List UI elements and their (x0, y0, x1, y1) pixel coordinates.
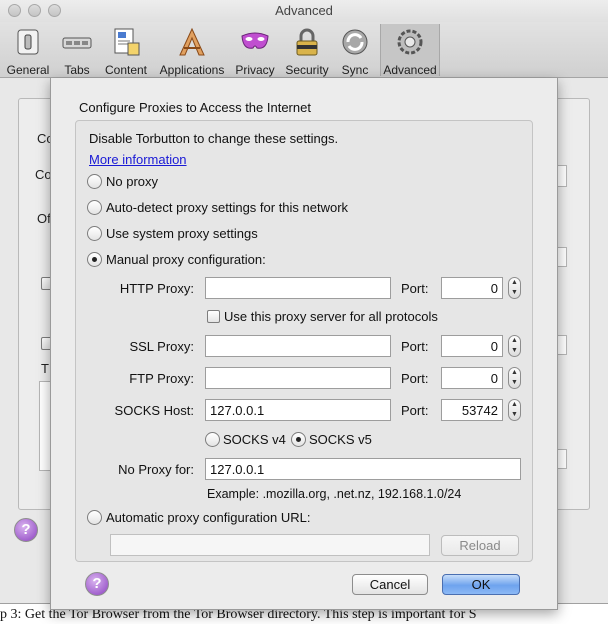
cancel-button[interactable]: Cancel (352, 574, 428, 595)
pane-button-edge[interactable] (557, 247, 567, 267)
toolbar-security[interactable]: Security (282, 24, 332, 77)
no-proxy-for-input[interactable] (205, 458, 521, 480)
help-icon: ? (21, 521, 31, 538)
stepper-down-icon[interactable]: ▼ (509, 410, 520, 420)
toolbar-content-label: Content (104, 63, 148, 77)
socks-port-input[interactable] (441, 399, 503, 421)
socks-port-label: Port: (401, 403, 429, 418)
http-proxy-label: HTTP Proxy: (119, 281, 194, 296)
toolbar-advanced-label: Advanced (383, 63, 437, 77)
toolbar-security-label: Security (285, 63, 329, 77)
ssl-port-stepper[interactable]: ▲ ▼ (508, 335, 521, 357)
applications-icon (179, 27, 205, 56)
socks-host-label: SOCKS Host: (114, 403, 194, 418)
socks-v4-radio[interactable] (205, 432, 220, 447)
system-proxy-radio[interactable] (87, 226, 102, 241)
auto-detect-label[interactable]: Auto-detect proxy settings for this netw… (106, 200, 348, 215)
no-proxy-radio[interactable] (87, 174, 102, 189)
privacy-mask-icon (241, 32, 269, 49)
preferences-toolbar: General Tabs Content Applications Privac… (0, 22, 608, 78)
ssl-port-label: Port: (401, 339, 429, 354)
help-icon: ? (92, 575, 102, 592)
zoom-window-button[interactable] (48, 4, 61, 17)
torbutton-notice: Disable Torbutton to change these settin… (89, 131, 339, 146)
stepper-down-icon[interactable]: ▼ (509, 346, 520, 356)
auto-detect-radio[interactable] (87, 200, 102, 215)
stepper-up-icon[interactable]: ▲ (509, 336, 520, 346)
tabs-icon (62, 37, 92, 49)
window-titlebar: Advanced (0, 0, 608, 22)
manual-proxy-radio[interactable] (87, 252, 102, 267)
stepper-up-icon[interactable]: ▲ (509, 278, 520, 288)
http-proxy-input[interactable] (205, 277, 391, 299)
auto-config-url-radio[interactable] (87, 510, 102, 525)
more-information-link[interactable]: More information (89, 152, 187, 167)
pane-help-button[interactable]: ? (14, 518, 38, 542)
minimize-window-button[interactable] (28, 4, 41, 17)
window-title: Advanced (275, 3, 333, 18)
no-proxy-for-label: No Proxy for: (118, 462, 194, 477)
toolbar-tabs-label: Tabs (64, 63, 90, 77)
content-page-icon (114, 28, 140, 56)
stepper-down-icon[interactable]: ▼ (509, 288, 520, 298)
toolbar-privacy[interactable]: Privacy (232, 24, 278, 77)
ssl-proxy-input[interactable] (205, 335, 391, 357)
pane-button-edge[interactable] (557, 335, 567, 355)
reload-button[interactable]: Reload (441, 535, 519, 556)
http-port-label: Port: (401, 281, 429, 296)
toolbar-tabs[interactable]: Tabs (56, 24, 98, 77)
http-port-stepper[interactable]: ▲ ▼ (508, 277, 521, 299)
general-switch-icon (17, 29, 39, 55)
ftp-port-label: Port: (401, 371, 429, 386)
reload-button-label: Reload (459, 538, 501, 553)
pane-button-edge[interactable] (557, 165, 567, 187)
ftp-port-stepper[interactable]: ▲ ▼ (508, 367, 521, 389)
socks-v4-label[interactable]: SOCKS v4 (223, 432, 286, 447)
toolbar-privacy-label: Privacy (235, 63, 275, 77)
toolbar-advanced[interactable]: Advanced (380, 24, 440, 77)
ok-button[interactable]: OK (442, 574, 520, 595)
toolbar-sync-label: Sync (341, 63, 369, 77)
stepper-down-icon[interactable]: ▼ (509, 378, 520, 388)
toolbar-applications-label: Applications (159, 63, 225, 77)
cancel-button-label: Cancel (369, 577, 411, 592)
ftp-proxy-label: FTP Proxy: (129, 371, 194, 386)
toolbar-content[interactable]: Content (100, 24, 152, 77)
connection-settings-dialog: Configure Proxies to Access the Internet… (50, 78, 558, 610)
manual-proxy-label[interactable]: Manual proxy configuration: (106, 252, 266, 267)
http-port-input[interactable] (441, 277, 503, 299)
dialog-title: Configure Proxies to Access the Internet (79, 100, 311, 115)
socks-port-stepper[interactable]: ▲ ▼ (508, 399, 521, 421)
dialog-help-button[interactable]: ? (85, 572, 109, 596)
toolbar-sync[interactable]: Sync (334, 24, 376, 77)
no-proxy-label[interactable]: No proxy (106, 174, 158, 189)
toolbar-applications[interactable]: Applications (156, 24, 228, 77)
socks-v5-radio[interactable] (291, 432, 306, 447)
stepper-up-icon[interactable]: ▲ (509, 400, 520, 410)
stepper-up-icon[interactable]: ▲ (509, 368, 520, 378)
sync-icon (342, 29, 368, 55)
same-proxy-label[interactable]: Use this proxy server for all protocols (224, 309, 438, 324)
ftp-port-input[interactable] (441, 367, 503, 389)
auto-config-url-input[interactable] (110, 534, 430, 556)
ok-button-label: OK (471, 577, 491, 592)
ssl-proxy-label: SSL Proxy: (129, 339, 194, 354)
close-window-button[interactable] (8, 4, 21, 17)
toolbar-general-label: General (6, 63, 50, 77)
advanced-gear-icon (397, 29, 423, 55)
pane-text-fragment: T (41, 361, 49, 376)
pane-text-fragment: Of (37, 211, 51, 226)
pane-button-edge[interactable] (557, 449, 567, 469)
security-lock-icon (296, 28, 318, 56)
socks-v5-label[interactable]: SOCKS v5 (309, 432, 372, 447)
toolbar-general[interactable]: General (4, 24, 52, 77)
socks-host-input[interactable] (205, 399, 391, 421)
auto-config-url-label[interactable]: Automatic proxy configuration URL: (106, 510, 310, 525)
ftp-proxy-input[interactable] (205, 367, 391, 389)
proxy-settings-group: Disable Torbutton to change these settin… (75, 120, 533, 562)
same-proxy-checkbox[interactable] (207, 310, 220, 323)
ssl-port-input[interactable] (441, 335, 503, 357)
system-proxy-label[interactable]: Use system proxy settings (106, 226, 258, 241)
no-proxy-example: Example: .mozilla.org, .net.nz, 192.168.… (207, 487, 462, 501)
